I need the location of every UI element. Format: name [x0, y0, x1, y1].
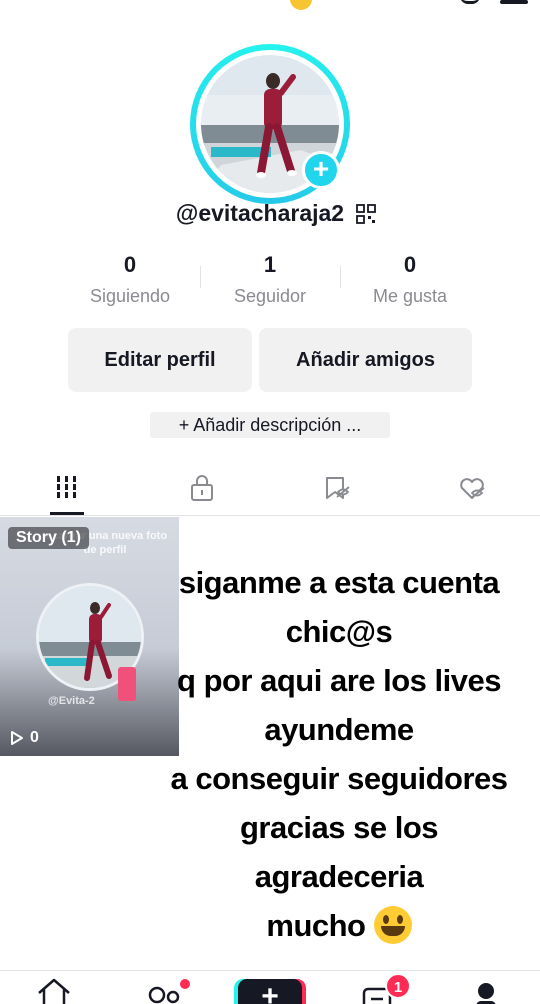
home-icon[interactable]: [36, 977, 72, 1004]
caption-line: a conseguir seguidores: [170, 761, 509, 796]
bottom-nav: + 1: [0, 970, 540, 1004]
thumbnail-watermark: @Evita-2: [48, 695, 95, 707]
tab-videos[interactable]: [0, 462, 135, 516]
profile-tabs: [0, 462, 540, 516]
drink-sticker: [118, 667, 136, 701]
caption-line: siganme a esta cuenta: [178, 565, 500, 600]
caption-line: ayundeme: [264, 712, 414, 747]
qr-code-icon[interactable]: [356, 204, 376, 224]
likes-label: Me gusta: [372, 286, 448, 306]
lock-icon: [191, 475, 213, 501]
active-tab-indicator: [50, 512, 84, 515]
likes-stat[interactable]: 0 Me gusta: [340, 252, 480, 307]
create-button[interactable]: +: [238, 979, 302, 1004]
grinning-emoji-icon: [373, 906, 412, 944]
caption-line: chic@s: [285, 614, 393, 649]
grid-icon: [57, 476, 76, 498]
caption-line-last: mucho: [155, 901, 523, 950]
following-stat[interactable]: 0 Siguiendo: [60, 252, 200, 307]
following-count: 0: [123, 252, 137, 277]
bookmark-icon: [326, 477, 350, 499]
profile-stats: 0 Siguiendo 1 Seguidor 0 Me gusta: [60, 252, 480, 312]
caption-line: agradeceria: [254, 859, 424, 894]
add-description-button[interactable]: + Añadir descripción ...: [150, 412, 390, 438]
caption-line: q por aqui are los lives: [177, 663, 501, 698]
caption-overlay: siganme a esta cuenta chic@s q por aqui …: [155, 558, 523, 950]
friends-icon[interactable]: [146, 977, 182, 1004]
menu-icon[interactable]: [500, 0, 528, 4]
play-count-value: 0: [30, 729, 39, 746]
username: @evitacharaja2: [175, 200, 345, 226]
followers-stat[interactable]: 1 Seguidor: [200, 252, 340, 307]
add-avatar-button[interactable]: +: [302, 151, 340, 189]
wave-icon: [460, 0, 480, 4]
play-icon: [11, 730, 23, 745]
tab-private[interactable]: [135, 462, 270, 516]
liked-heart-icon: [460, 478, 485, 499]
likes-count: 0: [403, 252, 417, 277]
followers-count: 1: [263, 252, 277, 277]
play-count: 0: [10, 729, 39, 747]
caption-line: mucho: [266, 908, 366, 943]
emoji-icon: [290, 0, 312, 10]
notification-dot: [180, 979, 190, 989]
video-thumbnail[interactable]: a cargar una nueva foto de perfil @Evita…: [0, 517, 179, 756]
tab-liked[interactable]: [405, 462, 540, 516]
add-friends-button[interactable]: Añadir amigos: [259, 328, 472, 392]
followers-label: Seguidor: [233, 286, 307, 306]
profile-icon[interactable]: [470, 977, 502, 1004]
edit-profile-button[interactable]: Editar perfil: [68, 328, 252, 392]
following-label: Siguiendo: [89, 286, 171, 306]
status-bar: [0, 0, 540, 14]
tab-saved[interactable]: [270, 462, 405, 516]
story-badge: Story (1): [8, 527, 89, 549]
caption-line: gracias se los: [239, 810, 439, 845]
inbox-badge: 1: [385, 973, 411, 999]
